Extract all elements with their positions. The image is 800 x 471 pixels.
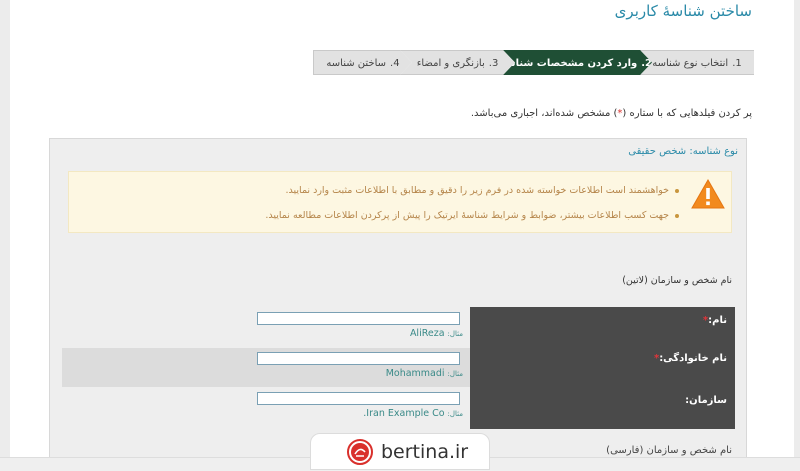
last-name-label: نام خانوادگی:* (653, 353, 727, 364)
steps-wizard: 1.انتخاب نوع شناسه 2.وارد کردن مشخصات شن… (313, 50, 754, 75)
labels-column: نام:* نام خانوادگی:* سازمان: (470, 307, 735, 429)
last-name-input[interactable] (257, 352, 460, 365)
warning-list: خواهشمند است اطلاعات خواسته شده در فرم ز… (265, 181, 679, 231)
last-name-example: مثال:Mohammadi (385, 368, 463, 379)
section-label-latin: نام شخص و سازمان (لاتین) (622, 275, 732, 286)
first-name-label: نام:* (702, 315, 727, 326)
page: ساختن شناسهٔ کاربری 1.انتخاب نوع شناسه 2… (0, 0, 800, 471)
watermark-badge: bertina.ir (310, 433, 490, 470)
right-scrollbar[interactable] (794, 0, 800, 470)
step-3[interactable]: 3.بازنگری و امضاء (400, 50, 515, 75)
step-1-label: انتخاب نوع شناسه (652, 58, 729, 69)
bertina-logo-icon (347, 439, 373, 465)
step-4-label: ساختن شناسه (326, 58, 387, 69)
step-1[interactable]: 1.انتخاب نوع شناسه (640, 50, 754, 75)
organization-example: مثال:Iran Example Co. (363, 408, 463, 419)
section-label-persian: نام شخص و سازمان (فارسی) (606, 445, 732, 456)
step-3-label: بازنگری و امضاء (416, 58, 485, 69)
step-4[interactable]: 4.ساختن شناسه (313, 50, 412, 75)
left-margin (0, 0, 10, 470)
watermark-text: bertina.ir (381, 441, 469, 463)
name-form: نام:* نام خانوادگی:* سازمان: مثال:AliRez… (50, 307, 748, 429)
warning-box: خواهشمند است اطلاعات خواسته شده در فرم ز… (68, 171, 732, 233)
organization-input[interactable] (257, 392, 460, 405)
warning-icon (691, 179, 725, 209)
first-name-example: مثال:AliReza (409, 328, 463, 339)
required-fields-note: پر کردن فیلدهایی که با ستاره (*) مشخص شد… (470, 108, 752, 119)
warning-item: جهت کسب اطلاعات بیشتر، ضوابط و شرایط شنا… (265, 206, 679, 231)
identity-form-panel: نوع شناسه: شخص حقیقی خواهشمند است اطلاعا… (49, 138, 747, 470)
organization-label: سازمان: (685, 395, 727, 406)
step-2-active[interactable]: 2.وارد کردن مشخصات شناسه (503, 50, 652, 75)
step-2-label: وارد کردن مشخصات شناسه (499, 58, 638, 69)
first-name-input[interactable] (257, 312, 460, 325)
page-title: ساختن شناسهٔ کاربری (614, 2, 752, 20)
warning-item: خواهشمند است اطلاعات خواسته شده در فرم ز… (265, 181, 679, 206)
panel-title: نوع شناسه: شخص حقیقی (628, 146, 738, 157)
